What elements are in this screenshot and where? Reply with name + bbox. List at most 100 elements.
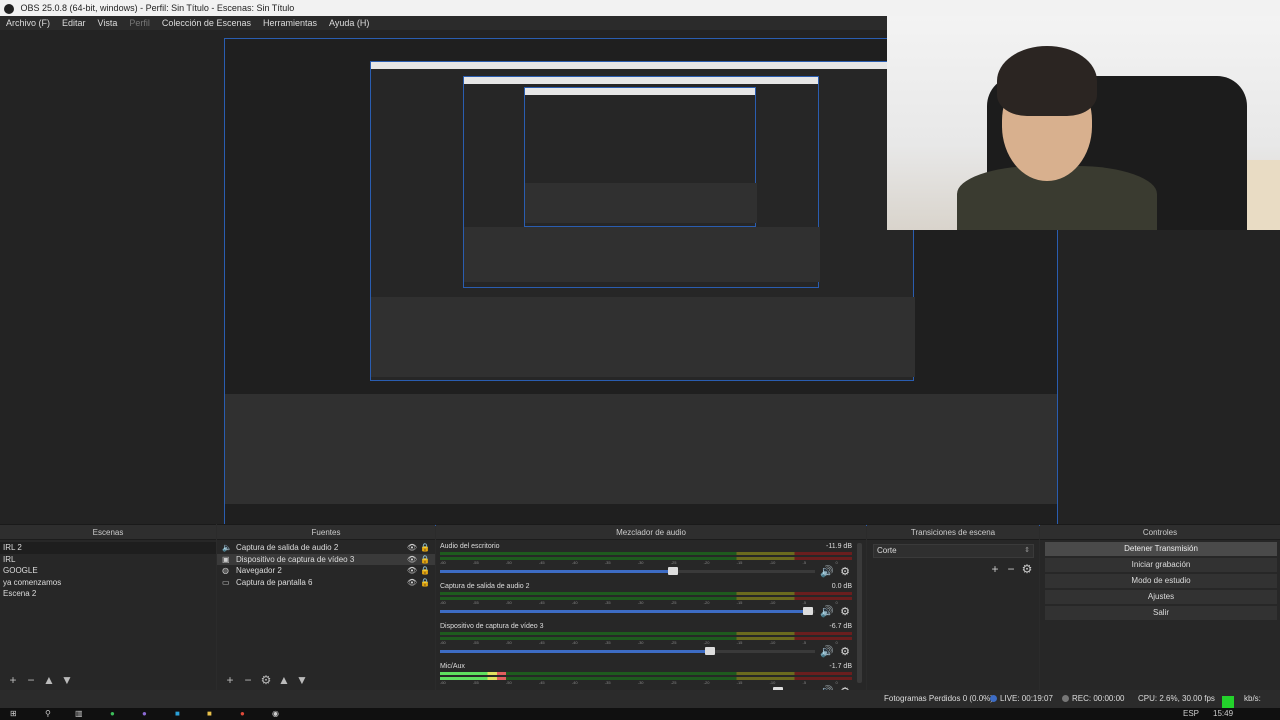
visibility-eye-icon[interactable]: 👁 [407,565,417,577]
tick-label: -55 [472,680,479,685]
meter-ticks: -60 -55 -50 -45 -40 -35 -30 -25 -20 -15 -10 -5 0 [440,640,852,648]
fader-handle[interactable] [705,647,715,655]
tick-label: -10 [769,600,776,605]
tick-label: -50 [505,640,512,645]
source-label: Dispositivo de captura de vídeo 3 [236,554,355,564]
volume-meter [440,552,852,555]
scene-item[interactable]: ya comenzamos [0,577,216,589]
move-up-icon[interactable]: ▲ [275,670,293,690]
menu-item[interactable]: Vista [92,16,124,30]
control-button[interactable]: Detener Transmisión [1045,542,1277,556]
volume-icon[interactable]: 🔊 [820,565,834,578]
tick-label: -35 [604,680,611,685]
move-down-icon[interactable]: ▼ [293,670,311,690]
volume-fader[interactable] [440,647,815,655]
rec-icon [1062,695,1069,703]
scene-item[interactable]: Escena 2 [0,588,216,600]
scene-item[interactable]: IRL 2 [0,542,216,554]
transition-selected: Corte [877,546,897,555]
tick-label: -45 [538,640,545,645]
fader-fill [440,650,710,653]
tick-label: -40 [571,640,578,645]
menu-item[interactable]: Herramientas [257,16,323,30]
gear-icon[interactable]: ⚙ [840,565,850,578]
gear-icon[interactable]: ⚙ [840,605,850,618]
spotify-icon[interactable]: ● [110,708,115,720]
volume-icon[interactable]: 🔊 [820,605,834,618]
fader-handle[interactable] [802,607,813,615]
clock: 15:49 [1213,709,1234,718]
obs-taskbar-icon[interactable]: ◉ [272,708,279,720]
nested-docks [225,394,1057,504]
menu-item[interactable]: Perfil [123,16,156,30]
sources-header: Fuentes [217,525,435,540]
tick-label: -50 [505,680,512,685]
visibility-eye-icon[interactable]: 👁 [407,554,417,566]
live-status: LIVE: 00:19:07 [990,690,1053,708]
scene-item[interactable]: IRL [0,554,216,566]
remove-icon[interactable]: − [239,670,257,690]
control-button[interactable]: Ajustes [1045,590,1277,604]
lock-icon[interactable]: 🔒 [420,565,430,577]
fader-handle[interactable] [667,567,678,575]
control-button[interactable]: Modo de estudio [1045,574,1277,588]
move-up-icon[interactable]: ▲ [40,670,58,690]
lock-icon[interactable]: 🔒 [420,554,430,566]
tick-label: -50 [505,600,512,605]
volume-fader[interactable] [440,567,815,575]
menu-item[interactable]: Colección de Escenas [156,16,257,30]
menu-item[interactable]: Archivo (F) [0,16,56,30]
volume-icon[interactable]: 🔊 [820,645,834,658]
mixer-scrollbar[interactable] [857,543,862,683]
control-button[interactable]: Salir [1045,606,1277,620]
remove-icon[interactable]: − [1003,562,1019,576]
source-item[interactable]: ▣ Dispositivo de captura de vídeo 3 👁 🔒 [217,553,435,566]
cpu-status: CPU: 2.6%, 30.00 fps [1138,694,1215,703]
lock-icon[interactable]: 🔒 [420,577,430,589]
transition-select[interactable]: Corte ⇕ [873,544,1034,558]
volume-fader[interactable] [440,607,815,615]
mixer-channel: Captura de salida de audio 2 0.0 dB -60 -55… [440,583,852,623]
taskview-icon[interactable]: ▥ [75,708,83,720]
controls-header: Controles [1040,525,1280,540]
app-icon-2[interactable]: ■ [175,708,180,720]
webcam-feed [887,16,1280,230]
updown-icon: ⇕ [1024,547,1030,554]
menu-item[interactable]: Editar [56,16,92,30]
scene-list: IRL 2 IRL GOOGLE ya comenzamos Escena 2 [0,540,216,600]
gear-icon[interactable]: ⚙ [257,670,275,690]
app-icon[interactable]: ● [142,708,147,720]
control-button[interactable]: Iniciar grabación [1045,558,1277,572]
scene-item[interactable]: GOOGLE [0,565,216,577]
menu-item[interactable]: Ayuda (H) [323,16,375,30]
add-icon[interactable]: + [4,670,22,690]
gear-icon[interactable]: ⚙ [1019,562,1035,576]
source-item[interactable]: ◍ Navegador 2 👁 🔒 [217,565,435,577]
remove-icon[interactable]: − [22,670,40,690]
tick-label: -55 [472,560,479,565]
search-icon[interactable]: ⚲ [45,708,51,720]
transitions-dock: Transiciones de escena Corte ⇕ + − ⚙ [867,524,1039,690]
lock-icon[interactable]: 🔒 [420,542,430,554]
start-icon[interactable]: ⊞ [10,708,17,720]
channel-db: -1.7 dB [829,663,852,670]
tick-label: -20 [703,600,710,605]
visibility-eye-icon[interactable]: 👁 [407,542,417,554]
visibility-eye-icon[interactable]: 👁 [407,577,417,589]
source-item[interactable]: 🔈 Captura de salida de audio 2 👁 🔒 [217,542,435,554]
chrome-icon[interactable]: ● [240,708,245,720]
tick-label: -30 [637,680,644,685]
gear-icon[interactable]: ⚙ [840,645,850,658]
folder-icon[interactable]: ■ [207,708,212,720]
move-down-icon[interactable]: ▼ [58,670,76,690]
source-item[interactable]: ▭ Captura de pantalla 6 👁 🔒 [217,577,435,589]
fader-fill [440,610,808,613]
speaker-icon: 🔈 [222,543,232,552]
tick-label: -5 [802,560,807,565]
add-icon[interactable]: + [987,562,1003,576]
add-icon[interactable]: + [221,670,239,690]
audio-mixer-dock: Mezclador de audio Audio del escritorio -… [436,524,866,691]
channel-db: 0.0 dB [831,583,852,590]
streamer [957,46,1157,230]
nested-capture-1 [370,61,915,381]
